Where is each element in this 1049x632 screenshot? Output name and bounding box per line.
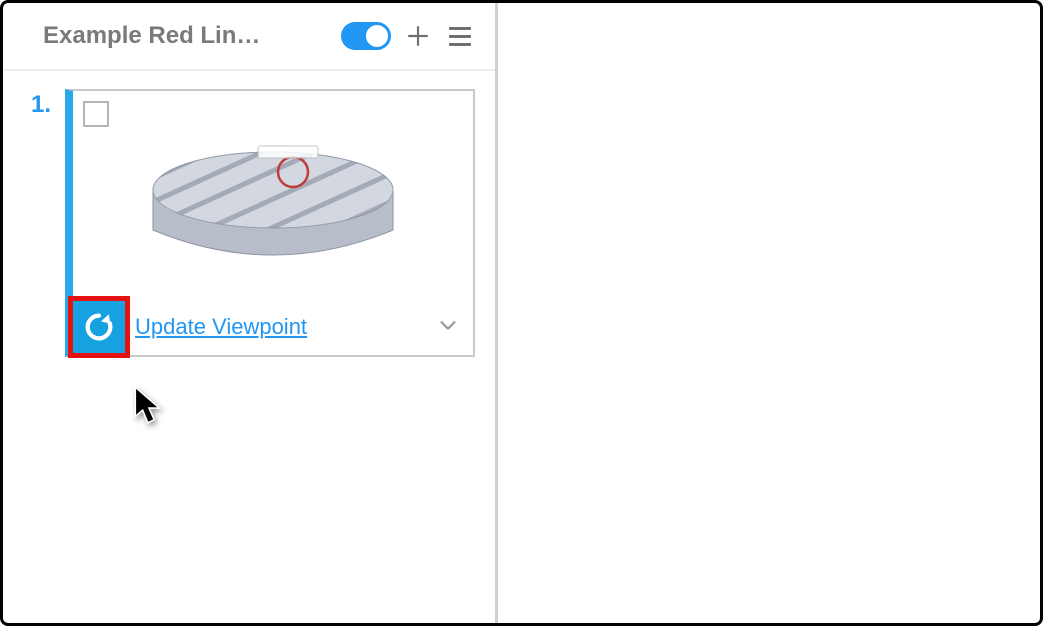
menu-button[interactable] <box>445 21 475 51</box>
panel-body: 1. <box>3 71 495 623</box>
refresh-icon <box>82 310 116 344</box>
app-window: Example Red Lin… 1. <box>0 0 1043 626</box>
card-actions: Update Viewpoint <box>73 299 473 355</box>
viewpoint-card[interactable]: Update Viewpoint <box>65 89 475 357</box>
panel-toggle[interactable] <box>341 22 391 50</box>
panel-header: Example Red Lin… <box>3 3 495 71</box>
main-viewport <box>498 3 1040 623</box>
plus-icon <box>405 23 431 49</box>
thumbnail-checkbox[interactable] <box>83 101 109 127</box>
redline-panel: Example Red Lin… 1. <box>3 3 498 623</box>
chevron-down-icon <box>437 314 459 336</box>
viewpoint-thumbnail[interactable] <box>73 91 473 299</box>
hamburger-icon <box>449 27 471 30</box>
list-item: 1. <box>31 89 475 357</box>
panel-title: Example Red Lin… <box>43 22 329 50</box>
update-viewpoint-link[interactable]: Update Viewpoint <box>135 314 307 340</box>
toggle-knob <box>366 25 388 47</box>
update-viewpoint-button[interactable] <box>73 301 125 353</box>
add-button[interactable] <box>403 21 433 51</box>
cursor-icon <box>133 385 167 427</box>
part-3d-preview <box>133 120 413 290</box>
expand-button[interactable] <box>437 314 459 341</box>
item-number: 1. <box>31 89 55 119</box>
